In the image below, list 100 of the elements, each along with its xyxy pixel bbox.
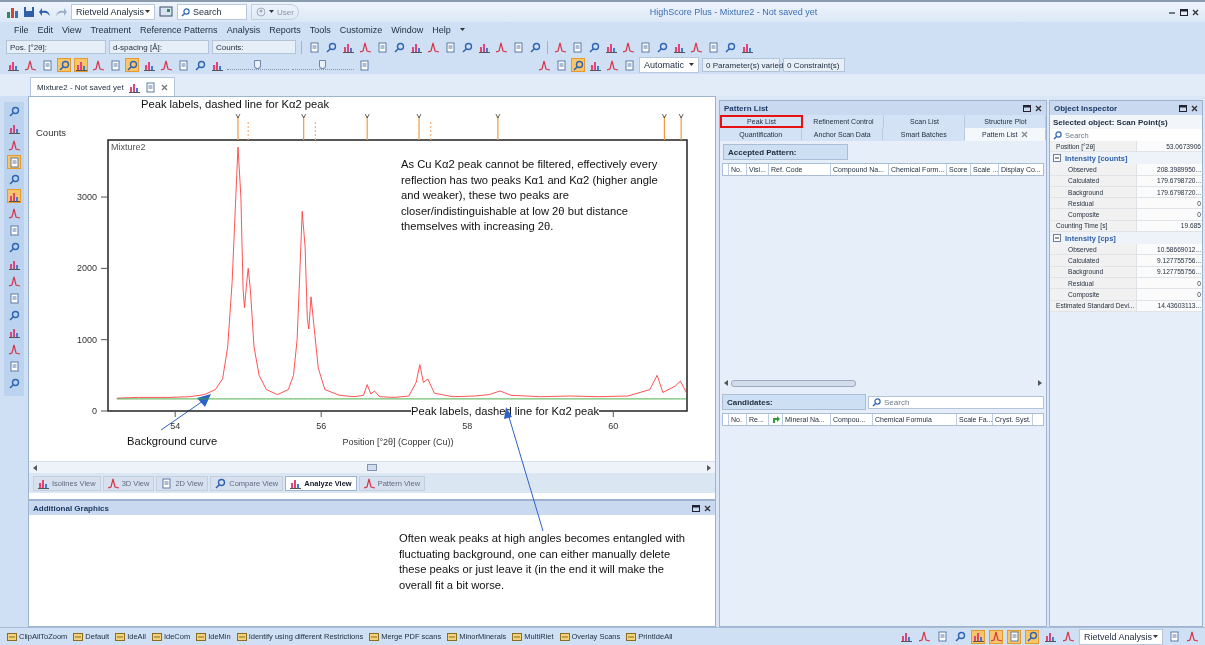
tool-button[interactable]: [358, 40, 372, 54]
menu-item[interactable]: View: [62, 25, 82, 35]
restore-icon[interactable]: [1023, 104, 1031, 112]
tool-button[interactable]: [7, 291, 21, 305]
tool-button[interactable]: [1061, 629, 1075, 644]
tool-button[interactable]: [971, 629, 985, 644]
tool-button[interactable]: [723, 40, 737, 54]
document-tab[interactable]: Mixture2 - Not saved yet: [30, 77, 175, 96]
zoom-slider[interactable]: [227, 60, 289, 70]
tool-button[interactable]: [537, 58, 551, 72]
collapse-icon[interactable]: [1053, 234, 1061, 243]
tool-button[interactable]: [176, 58, 190, 72]
tool-button[interactable]: [587, 40, 601, 54]
tool-button[interactable]: [159, 58, 173, 72]
close-icon[interactable]: [1191, 104, 1198, 112]
tool-button[interactable]: [40, 58, 54, 72]
tool-button[interactable]: [7, 155, 21, 169]
tool-button[interactable]: [74, 58, 88, 72]
search-field[interactable]: Search: [868, 395, 1044, 409]
menu-item[interactable]: Reports: [269, 25, 301, 35]
tool-button[interactable]: [7, 274, 21, 288]
tool-button[interactable]: [7, 308, 21, 322]
menu-item[interactable]: Help: [432, 25, 451, 35]
tool-button[interactable]: [494, 40, 508, 54]
bar-chart-icon: [900, 631, 912, 642]
tool-button[interactable]: [655, 40, 669, 54]
monitor-icon[interactable]: [159, 6, 173, 18]
app-icon[interactable]: [6, 5, 19, 19]
tool-button[interactable]: [125, 58, 139, 72]
menu-item[interactable]: Edit: [37, 25, 54, 35]
tool-button[interactable]: [7, 240, 21, 254]
tool-button[interactable]: [7, 189, 21, 203]
tool-button[interactable]: [605, 58, 619, 72]
tool-button[interactable]: [554, 58, 568, 72]
restore-icon[interactable]: [1179, 104, 1187, 112]
close-icon[interactable]: [1192, 8, 1199, 16]
tool-button[interactable]: [622, 58, 636, 72]
tool-button[interactable]: [571, 58, 585, 72]
menu-item[interactable]: Treatment: [90, 25, 132, 35]
tool-button[interactable]: [989, 629, 1003, 644]
tool-button[interactable]: [917, 629, 931, 644]
search-field[interactable]: Search: [177, 4, 247, 20]
tool-button[interactable]: [91, 58, 105, 72]
tool-button[interactable]: [7, 359, 21, 373]
tool-button[interactable]: [1025, 629, 1039, 644]
tool-button[interactable]: [7, 104, 21, 118]
tool-button[interactable]: [638, 40, 652, 54]
tool-button[interactable]: [621, 40, 635, 54]
tool-button[interactable]: [7, 223, 21, 237]
restore-icon[interactable]: [1180, 8, 1188, 16]
undo-icon[interactable]: [39, 7, 51, 17]
close-icon[interactable]: [1035, 104, 1042, 112]
tool-button[interactable]: [324, 40, 338, 54]
tool-button[interactable]: [307, 40, 321, 54]
menu-item[interactable]: Analysis: [226, 25, 261, 35]
tool-button[interactable]: [357, 58, 371, 72]
collapse-icon[interactable]: [1053, 154, 1061, 163]
tool-button[interactable]: [7, 172, 21, 186]
tool-button[interactable]: [7, 206, 21, 220]
tool-button[interactable]: [193, 58, 207, 72]
close-icon[interactable]: [704, 504, 711, 512]
tool-button[interactable]: [1007, 629, 1021, 644]
tool-button[interactable]: [108, 58, 122, 72]
workspace-dropdown[interactable]: Rietveld Analysis: [71, 4, 155, 20]
tool-button[interactable]: [7, 342, 21, 356]
zoom-icon: [325, 41, 337, 53]
menu-item[interactable]: Tools: [309, 25, 331, 35]
tool-button[interactable]: [57, 58, 71, 72]
tool-button[interactable]: [528, 40, 542, 54]
tool-button[interactable]: [511, 40, 525, 54]
tool-button[interactable]: [426, 40, 440, 54]
menu-item[interactable]: Customize: [339, 25, 383, 35]
tool-button[interactable]: [375, 40, 389, 54]
menu-item[interactable]: Window: [391, 25, 424, 35]
horizontal-scrollbar[interactable]: [29, 461, 715, 473]
slider-thumb[interactable]: [319, 60, 326, 69]
tool-button[interactable]: [706, 40, 720, 54]
tool-button[interactable]: [23, 58, 37, 72]
tool-button[interactable]: [443, 40, 457, 54]
tool-button[interactable]: [953, 629, 967, 644]
horizontal-scrollbar[interactable]: [722, 378, 1044, 388]
redo-icon[interactable]: [55, 7, 67, 17]
tool-button[interactable]: [392, 40, 406, 54]
tool-button[interactable]: [689, 40, 703, 54]
tool-button[interactable]: [553, 40, 567, 54]
menu-item[interactable]: File: [14, 25, 29, 35]
slider-thumb[interactable]: [254, 60, 261, 69]
menu-item[interactable]: Reference Patterns: [140, 25, 218, 35]
workspace-dropdown[interactable]: Rietveld Analysis: [1079, 628, 1163, 645]
scroll-thumb[interactable]: [731, 379, 856, 387]
tool-button[interactable]: [1185, 629, 1199, 644]
restore-icon[interactable]: [692, 504, 700, 512]
save-icon[interactable]: [23, 6, 35, 18]
fit-mode-dropdown[interactable]: Automatic: [639, 57, 699, 73]
tool-button[interactable]: [7, 376, 21, 390]
arrow-icon[interactable]: [771, 415, 780, 424]
tool-button[interactable]: [460, 40, 474, 54]
tool-button[interactable]: [7, 138, 21, 152]
tool-button[interactable]: [570, 40, 584, 54]
zoom-slider[interactable]: [292, 60, 354, 70]
